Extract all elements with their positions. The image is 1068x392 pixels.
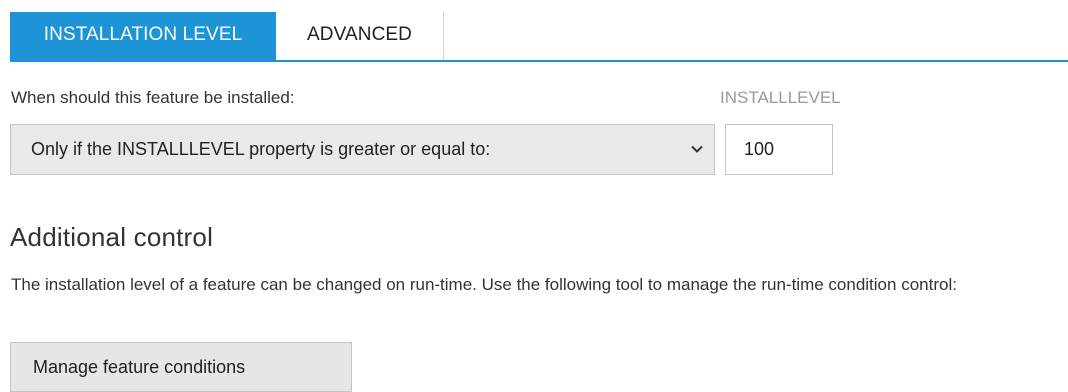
install-condition-dropdown[interactable]: Only if the INSTALLLEVEL property is gre… (10, 124, 715, 175)
chevron-down-icon (691, 145, 703, 153)
section-title-additional-control: Additional control (10, 222, 214, 252)
tab-installation-level[interactable]: INSTALLATION LEVEL (10, 12, 276, 62)
tab-underline (10, 60, 1068, 62)
tab-advanced[interactable]: ADVANCED (276, 12, 444, 60)
additional-control-description: The installation level of a feature can … (11, 275, 957, 294)
install-condition-selected-value: Only if the INSTALLLEVEL property is gre… (31, 139, 491, 159)
install-condition-label: When should this feature be installed: (11, 88, 295, 107)
tab-bar: INSTALLATION LEVEL ADVANCED (0, 0, 1068, 62)
manage-feature-conditions-button[interactable]: Manage feature conditions (10, 342, 352, 392)
installlevel-label: INSTALLLEVEL (720, 88, 841, 107)
installlevel-input[interactable] (725, 124, 833, 175)
